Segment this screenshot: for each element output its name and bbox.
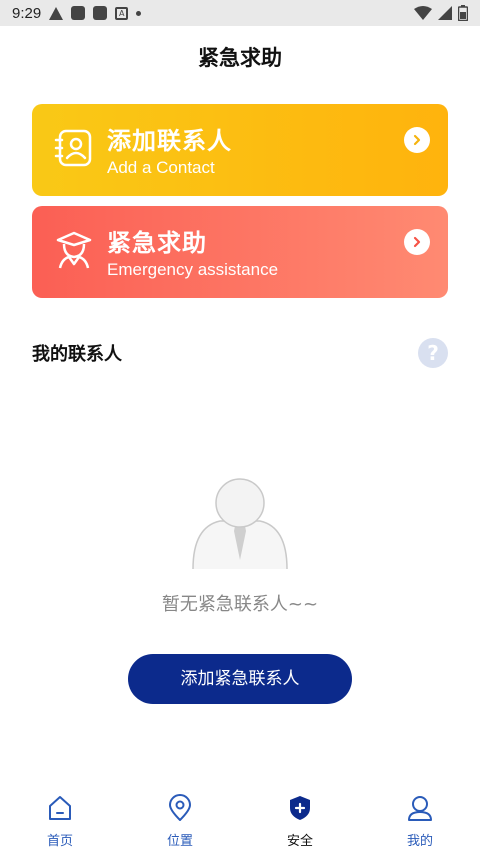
status-left: 9:29 A (12, 4, 142, 22)
my-contacts-title: 我的联系人 (32, 344, 122, 365)
nav-label-safety: 安全 (286, 834, 313, 849)
chevron-right-icon (413, 134, 421, 146)
a-box-icon: A (115, 6, 129, 20)
shield-plus-icon (290, 796, 310, 820)
contact-book-icon (54, 129, 92, 167)
nav-item-mine[interactable]: 我的 (360, 782, 480, 853)
status-time: 9:29 (12, 4, 42, 22)
user-icon (408, 796, 432, 821)
nav-item-location[interactable]: 位置 (120, 782, 240, 853)
nav-label-location: 位置 (166, 834, 193, 849)
signal-icon (438, 6, 452, 20)
add-emergency-contact-button[interactable]: 添加紧急联系人 (128, 654, 352, 704)
help-button[interactable]: ? (418, 338, 448, 368)
add-contact-subtitle: Add a Contact (107, 158, 215, 177)
warning-icon (49, 6, 64, 20)
chevron-right-icon (413, 236, 421, 248)
emergency-arrow[interactable] (404, 229, 430, 255)
emergency-title: 紧急求助 (107, 229, 207, 257)
home-icon (49, 796, 71, 820)
more-notifications-dot-icon (136, 10, 142, 16)
app-notification-icon (71, 6, 86, 20)
add-contact-card[interactable]: 添加联系人 Add a Contact (32, 104, 448, 196)
wifi-icon (414, 6, 432, 20)
empty-contacts-text: 暂无紧急联系人~~ (161, 594, 319, 615)
officer-icon (56, 231, 92, 269)
page-title: 紧急求助 (198, 46, 282, 70)
status-right (414, 5, 468, 21)
add-contact-arrow[interactable] (404, 127, 430, 153)
nav-label-home: 首页 (46, 834, 73, 849)
battery-icon (458, 5, 468, 21)
nav-label-mine: 我的 (406, 834, 433, 849)
nav-item-home[interactable]: 首页 (0, 782, 120, 853)
emergency-assistance-card[interactable]: 紧急求助 Emergency assistance (32, 206, 448, 298)
empty-contact-illustration (192, 478, 288, 570)
location-icon (169, 794, 191, 821)
status-bar: 9:29 A (0, 0, 480, 26)
emergency-subtitle: Emergency assistance (107, 260, 279, 279)
nav-item-safety[interactable]: 安全 (240, 782, 360, 853)
app-notification-icon-2 (93, 6, 108, 20)
bottom-nav: 首页 位置 安全 我的 (0, 782, 480, 853)
add-contact-title: 添加联系人 (107, 127, 232, 155)
